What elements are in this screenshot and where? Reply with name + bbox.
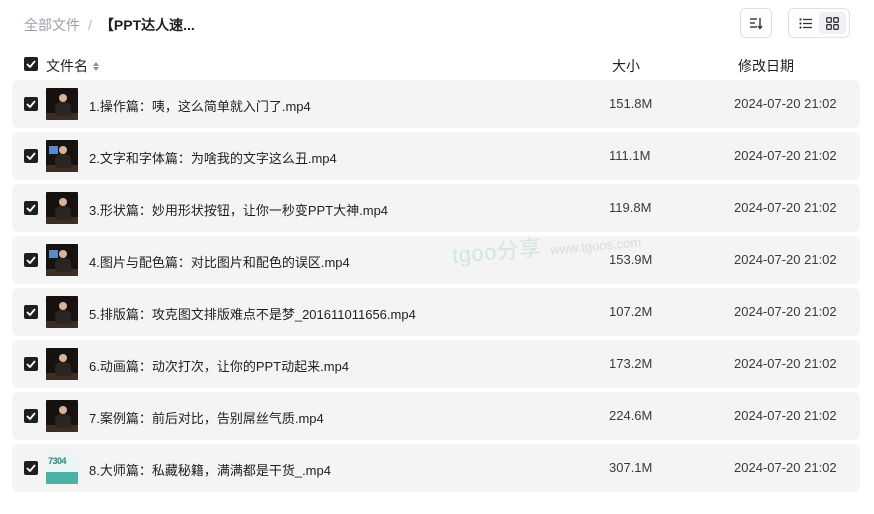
- grid-view-button[interactable]: [819, 12, 846, 34]
- breadcrumb-current-folder: 【PPT达人速...: [99, 17, 195, 33]
- check-icon: [26, 412, 36, 420]
- file-date: 2024-07-20 21:02: [734, 96, 837, 111]
- file-name[interactable]: 4.图片与配色篇：对比图片和配色的误区.mp4: [89, 252, 350, 271]
- file-date: 2024-07-20 21:02: [734, 148, 837, 163]
- sort-arrows-icon[interactable]: [93, 61, 99, 71]
- check-icon: [26, 308, 36, 316]
- select-all-checkbox[interactable]: [24, 57, 38, 71]
- file-list: 1.操作篇：咦，这么简单就入门了.mp4 151.8M 2024-07-20 21:…: [12, 80, 860, 496]
- file-size: 111.1M: [609, 148, 651, 163]
- file-size: 224.6M: [609, 408, 653, 423]
- check-icon: [26, 100, 36, 108]
- check-icon: [26, 204, 36, 212]
- file-row[interactable]: 7.案例篇：前后对比，告别屌丝气质.mp4 224.6M 2024-07-20 21…: [12, 392, 860, 440]
- video-thumbnail[interactable]: [46, 88, 78, 120]
- file-name[interactable]: 3.形状篇：妙用形状按钮，让你一秒变PPT大神.mp4: [89, 200, 388, 219]
- file-row[interactable]: 7304 8.大师篇：私藏秘籍，满满都是干货_.mp4 307.1M 2024-07-…: [12, 444, 860, 492]
- view-toggle-group: [788, 8, 850, 38]
- file-name[interactable]: 7.案例篇：前后对比，告别屌丝气质.mp4: [89, 408, 324, 427]
- column-header-name[interactable]: 文件名: [46, 56, 99, 76]
- row-checkbox[interactable]: [24, 97, 38, 111]
- file-date: 2024-07-20 21:02: [734, 408, 837, 423]
- row-checkbox[interactable]: [24, 461, 38, 475]
- video-thumbnail[interactable]: 7304: [46, 452, 78, 484]
- video-thumbnail[interactable]: [46, 244, 78, 276]
- sort-button[interactable]: [740, 8, 772, 38]
- file-row[interactable]: 5.排版篇：攻克图文排版难点不是梦_201611011656.mp4 107.2M…: [12, 288, 860, 336]
- file-name[interactable]: 8.大师篇：私藏秘籍，满满都是干货_.mp4: [89, 460, 331, 479]
- check-icon: [26, 464, 36, 472]
- file-date: 2024-07-20 21:02: [734, 252, 837, 267]
- file-size: 153.9M: [609, 252, 653, 267]
- file-date: 2024-07-20 21:02: [734, 460, 837, 475]
- breadcrumb: 全部文件 / 【PPT达人速...: [24, 15, 195, 35]
- file-size: 107.2M: [609, 304, 653, 319]
- list-view-button[interactable]: [792, 12, 819, 34]
- row-checkbox[interactable]: [24, 149, 38, 163]
- video-thumbnail[interactable]: [46, 140, 78, 172]
- check-icon: [26, 152, 36, 160]
- file-row[interactable]: 3.形状篇：妙用形状按钮，让你一秒变PPT大神.mp4 119.8M 2024-07…: [12, 184, 860, 232]
- row-checkbox[interactable]: [24, 409, 38, 423]
- row-checkbox[interactable]: [24, 305, 38, 319]
- column-header-size: 大小: [612, 58, 640, 74]
- top-bar: 全部文件 / 【PPT达人速...: [0, 0, 874, 48]
- video-thumbnail[interactable]: [46, 348, 78, 380]
- file-size: 173.2M: [609, 356, 653, 371]
- check-icon: [26, 256, 36, 264]
- file-date: 2024-07-20 21:02: [734, 304, 837, 319]
- file-date: 2024-07-20 21:02: [734, 200, 837, 215]
- breadcrumb-separator: /: [88, 17, 92, 33]
- video-thumbnail[interactable]: [46, 296, 78, 328]
- file-name[interactable]: 6.动画篇：动次打次，让你的PPT动起来.mp4: [89, 356, 349, 375]
- file-row[interactable]: 1.操作篇：咦，这么简单就入门了.mp4 151.8M 2024-07-20 21:…: [12, 80, 860, 128]
- check-icon: [26, 60, 36, 68]
- file-date: 2024-07-20 21:02: [734, 356, 837, 371]
- breadcrumb-root-link[interactable]: 全部文件: [24, 15, 80, 35]
- check-icon: [26, 360, 36, 368]
- list-view-icon: [799, 17, 812, 29]
- sort-icon: [750, 18, 763, 30]
- file-name[interactable]: 5.排版篇：攻克图文排版难点不是梦_201611011656.mp4: [89, 304, 416, 323]
- thumbnail-text: 7304: [48, 456, 67, 466]
- file-row[interactable]: 4.图片与配色篇：对比图片和配色的误区.mp4 153.9M 2024-07-20 …: [12, 236, 860, 284]
- file-size: 151.8M: [609, 96, 653, 111]
- file-list-header: 文件名 大小 修改日期: [12, 50, 860, 78]
- column-header-date: 修改日期: [738, 58, 794, 74]
- row-checkbox[interactable]: [24, 201, 38, 215]
- file-row[interactable]: 2.文字和字体篇：为啥我的文字这么丑.mp4 111.1M 2024-07-20 2…: [12, 132, 860, 180]
- file-name[interactable]: 1.操作篇：咦，这么简单就入门了.mp4: [89, 96, 311, 115]
- file-size: 119.8M: [609, 200, 652, 215]
- column-header-name-label: 文件名: [46, 58, 88, 74]
- row-checkbox[interactable]: [24, 357, 38, 371]
- video-thumbnail[interactable]: [46, 192, 78, 224]
- grid-view-icon: [826, 16, 839, 30]
- file-name[interactable]: 2.文字和字体篇：为啥我的文字这么丑.mp4: [89, 148, 337, 167]
- row-checkbox[interactable]: [24, 253, 38, 267]
- file-size: 307.1M: [609, 460, 653, 475]
- file-row[interactable]: 6.动画篇：动次打次，让你的PPT动起来.mp4 173.2M 2024-07-20…: [12, 340, 860, 388]
- video-thumbnail[interactable]: [46, 400, 78, 432]
